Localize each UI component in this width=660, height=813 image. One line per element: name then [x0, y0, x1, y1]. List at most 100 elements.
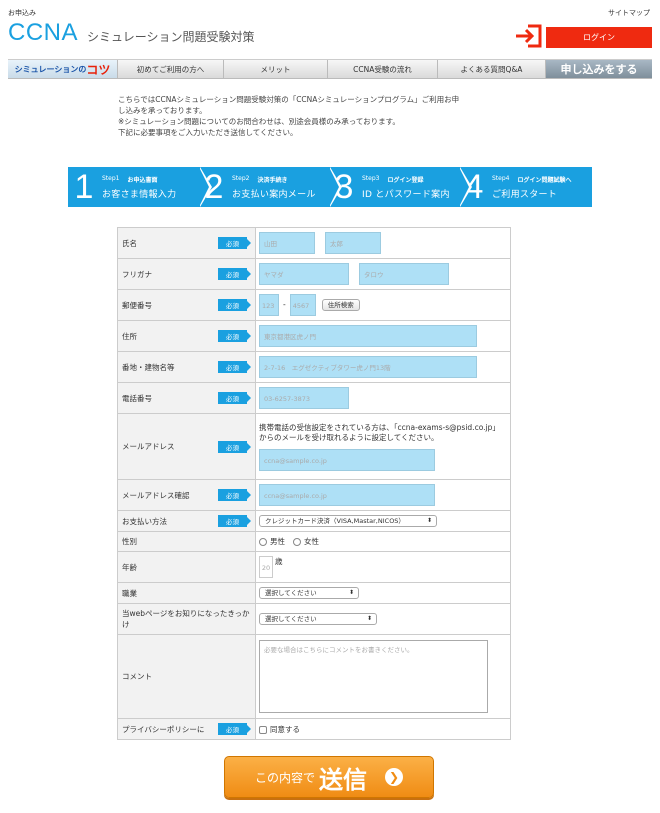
site-subtitle: シミュレーション問題受験対策 — [87, 30, 255, 44]
intro-line: ※シミュレーション問題についてのお問合わせは、別途会員様のみ承っております。 — [118, 117, 400, 126]
submit-label: 送信 — [319, 765, 367, 794]
source-select-value: 選択してください — [265, 615, 317, 623]
form-label-email: メールアドレス 必須 — [117, 413, 256, 480]
intro-line: 下記に必要事項をご入力いただき送信してください。 — [118, 128, 298, 137]
chevron-updown-icon: ⬍ — [366, 615, 372, 622]
age-input[interactable]: 20 — [259, 556, 273, 578]
breadcrumb: お申込み — [8, 9, 36, 17]
label-text: 番地・建物名等 — [122, 362, 175, 372]
last-name-kana-input[interactable]: ヤマダ — [259, 263, 349, 285]
chevron-updown-icon: ⬍ — [426, 517, 432, 524]
form-label-source: 当webページをお知りになったきっかけ — [117, 603, 256, 635]
form-label-job: 職業 — [117, 582, 256, 604]
step-title: お支払い案内メール — [232, 189, 316, 200]
nav-brand[interactable]: シミュレーションの コツ — [8, 60, 118, 78]
label-text: 年齢 — [122, 562, 137, 572]
label-text: 当webページをお知りになったきっかけ — [122, 609, 250, 629]
required-badge: 必須 — [218, 723, 251, 735]
comment-textarea[interactable]: 必要な場合はこちらにコメントをお書きください。 — [259, 640, 488, 713]
step-number: 1 — [74, 168, 94, 206]
job-select[interactable]: 選択してください ⬍ — [259, 587, 359, 599]
address-search-button[interactable]: 住所検索 — [321, 299, 360, 311]
first-name-input[interactable]: 太郎 — [325, 232, 381, 254]
first-name-kana-input[interactable]: タロウ — [359, 263, 449, 285]
main-nav: シミュレーションの コツ 初めてご利用の方へ メリット CCNA受験の流れ よくあ… — [8, 59, 652, 79]
form-label-building: 番地・建物名等 必須 — [117, 351, 256, 383]
form-label-age: 年齢 — [117, 551, 256, 583]
step-1: 1 Step1 お申込書面 お客さま情報入力 — [70, 167, 212, 207]
required-badge: 必須 — [218, 268, 251, 280]
submit-button[interactable]: この内容で 送信 ❯ — [224, 756, 434, 798]
sitemap-link[interactable]: サイトマップ — [608, 8, 650, 18]
nav-item-flow[interactable]: CCNA受験の流れ — [328, 60, 438, 78]
address-input[interactable]: 東京都港区虎ノ門 — [259, 325, 477, 347]
label-text: コメント — [122, 672, 152, 681]
login-button[interactable]: ログイン — [546, 27, 652, 48]
form-label-address: 住所 必須 — [117, 320, 256, 352]
arrow-right-icon: ❯ — [385, 768, 403, 786]
gender-female-label[interactable]: 女性 — [304, 537, 319, 546]
zip-second-input[interactable]: 4567 — [289, 294, 316, 316]
label-text: 郵便番号 — [122, 300, 152, 310]
form-label-phone: 電話番号 必須 — [117, 382, 256, 414]
form-label-comment: コメント — [117, 634, 256, 719]
phone-input[interactable]: 03-6257-3873 — [259, 387, 349, 409]
form-label-gender: 性別 — [117, 531, 256, 552]
login-icon[interactable] — [514, 22, 544, 50]
application-form: 氏名 必須 山田 太郎 フリガナ 必須 ヤマダ タロウ 郵便番号 必須 123-4567 住… — [117, 227, 511, 740]
building-input[interactable]: 2-7-16 エグゼクティブタワー虎ノ門13階 — [259, 356, 477, 378]
form-label-payment: お支払い方法 必須 — [117, 510, 256, 532]
email-confirm-input[interactable]: ccna@sample.co.jp — [259, 484, 435, 506]
step-4: 4 Step4 ログイン問題試験へ ご利用スタート — [460, 169, 590, 205]
last-name-input[interactable]: 山田 — [259, 232, 315, 254]
label-text: 住所 — [122, 331, 137, 341]
step-label: Step4 — [492, 174, 510, 182]
job-select-value: 選択してください — [265, 589, 317, 597]
required-badge: 必須 — [218, 237, 251, 249]
form-label-zip: 郵便番号 必須 — [117, 289, 256, 321]
step-tag: ログイン登録 — [387, 176, 424, 184]
step-label: Step3 — [362, 174, 380, 182]
gender-male-label[interactable]: 男性 — [270, 537, 285, 546]
privacy-agree-checkbox[interactable] — [259, 725, 267, 734]
nav-item-faq[interactable]: よくある質問Q&A — [438, 60, 546, 78]
required-badge: 必須 — [218, 489, 251, 501]
step-title: ご利用スタート — [492, 189, 558, 200]
label-text: 電話番号 — [122, 393, 152, 403]
chevron-updown-icon: ⬍ — [348, 589, 354, 596]
intro-line: し込みを承っております。 — [118, 106, 207, 115]
label-text: メールアドレス確認 — [122, 490, 190, 500]
intro-line: こちらではCCNAシミュレーション問題受験対策の「CCNAシミュレーションプログ… — [118, 95, 460, 104]
site-logo[interactable]: CCNA — [8, 19, 78, 47]
nav-apply-button[interactable]: 申し込みをする — [546, 60, 652, 78]
required-badge: 必須 — [218, 361, 251, 373]
label-text: お支払い方法 — [122, 516, 167, 526]
step-label: Step2 — [232, 174, 250, 182]
nav-item-merit[interactable]: メリット — [224, 60, 328, 78]
zip-first-input[interactable]: 123 — [259, 294, 279, 316]
step-3: 3 Step3 ログイン登録 ID とパスワード案内 — [330, 167, 472, 207]
step-tag: 決済手続き — [257, 176, 288, 184]
form-label-privacy: プライバシーポリシーに 必須 — [117, 718, 256, 740]
label-text: 氏名 — [122, 238, 137, 248]
email-note: 携帯電話の受信設定をされている方は、「ccna-exams-s@psid.co.… — [259, 422, 497, 442]
source-select[interactable]: 選択してください ⬍ — [259, 613, 377, 625]
step-title: ID とパスワード案内 — [362, 189, 450, 200]
submit-prefix: この内容で — [254, 770, 315, 785]
gender-female-radio[interactable] — [293, 538, 301, 546]
privacy-agree-label[interactable]: 同意する — [270, 725, 300, 734]
nav-brand-prefix: シミュレーションの — [14, 64, 87, 74]
payment-select[interactable]: クレジットカード決済（VISA,Mastar,NICOS） ⬍ — [259, 515, 437, 527]
payment-select-value: クレジットカード決済（VISA,Mastar,NICOS） — [265, 517, 405, 525]
nav-item-beginners[interactable]: 初めてご利用の方へ — [118, 60, 224, 78]
required-badge: 必須 — [218, 330, 251, 342]
gender-male-radio[interactable] — [259, 538, 267, 546]
label-text: メールアドレス — [122, 442, 175, 451]
form-label-name: 氏名 必須 — [117, 227, 256, 259]
email-input[interactable]: ccna@sample.co.jp — [259, 448, 435, 471]
intro-text: こちらではCCNAシミュレーション問題受験対策の「CCNAシミュレーションプログ… — [118, 94, 538, 138]
required-badge: 必須 — [218, 440, 251, 453]
step-title: お客さま情報入力 — [102, 189, 177, 200]
step-tag: ログイン問題試験へ — [517, 176, 572, 184]
label-text: プライバシーポリシーに — [122, 724, 205, 734]
